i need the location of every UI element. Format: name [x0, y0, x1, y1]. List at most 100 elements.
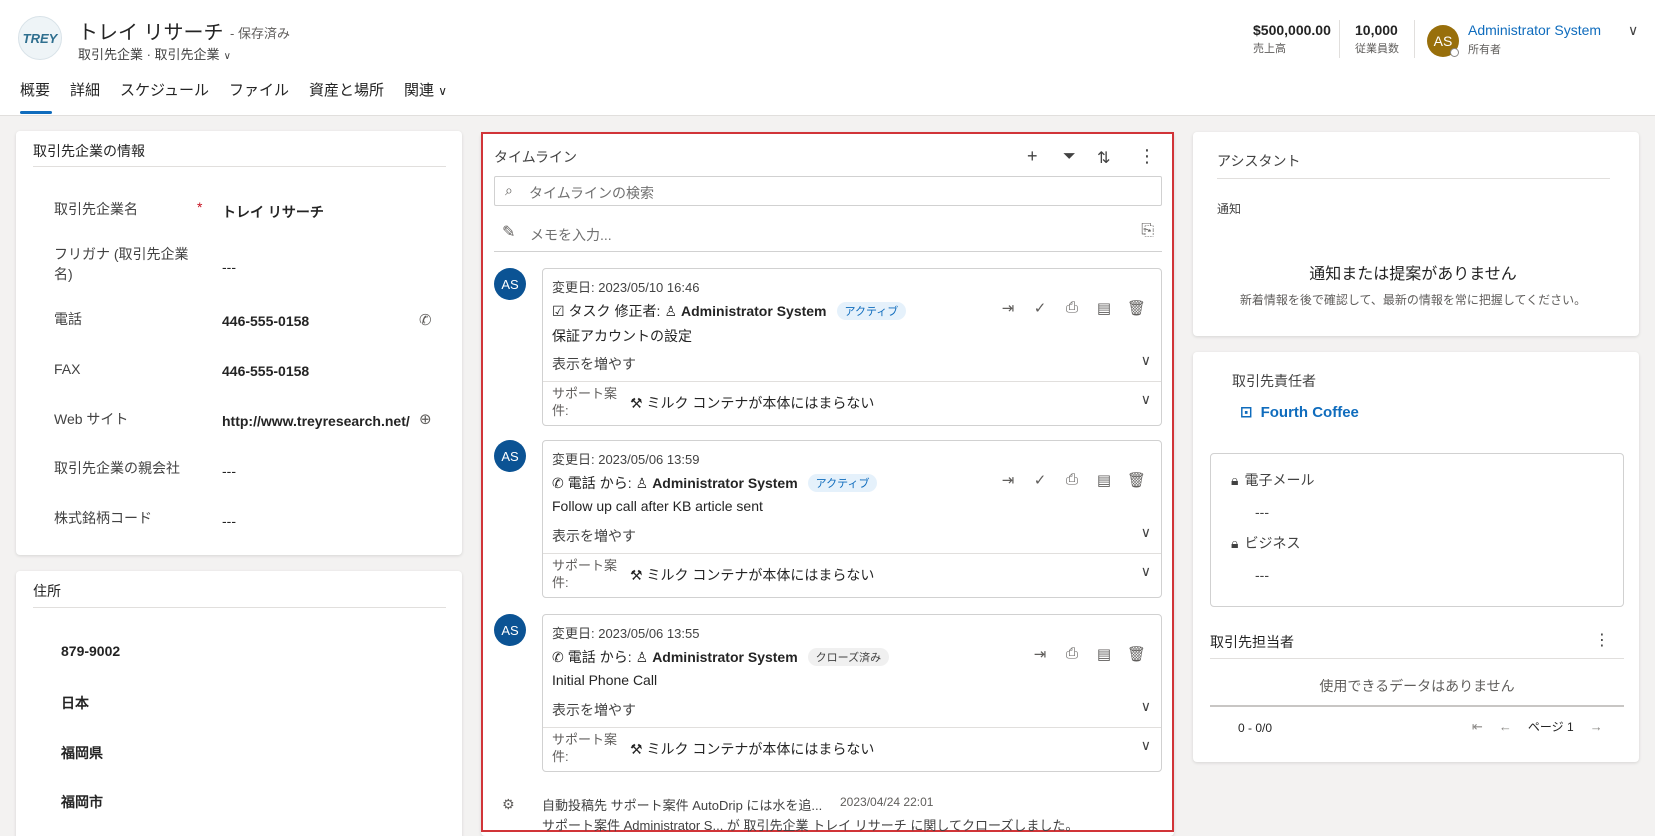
chevron-down-icon[interactable]: ∨	[1141, 737, 1151, 754]
globe-icon[interactable]: ⊕	[419, 410, 432, 428]
timeline-record[interactable]: 変更日: 2023/05/10 16:46 ☑ タスク 修正者: ♙ Admin…	[542, 268, 1162, 426]
memo-placeholder: メモを入力...	[530, 227, 612, 243]
next-page-icon[interactable]: →	[1590, 719, 1603, 734]
filter-icon[interactable]: ⏷	[1063, 148, 1076, 166]
memo-input[interactable]: ✎ メモを入力... ⎘	[494, 216, 1162, 252]
timeline-record[interactable]: 変更日: 2023/05/06 13:55 ✆ 電話 から: ♙ Adminis…	[542, 614, 1162, 772]
assign-icon[interactable]: ⇥	[999, 471, 1017, 489]
related-contacts-title: 取引先担当者	[1210, 634, 1294, 650]
section-divider	[33, 607, 446, 608]
check-icon[interactable]: ✓	[1031, 299, 1049, 317]
address-state[interactable]: 福岡県	[61, 743, 103, 763]
wrench-icon: ⚒	[630, 395, 643, 411]
field-label-parent-account: 取引先企業の親会社	[54, 460, 180, 476]
avatar[interactable]: AS	[494, 440, 526, 472]
tab-related[interactable]: 関連 ∨	[404, 80, 457, 114]
comment-icon[interactable]: ▤	[1095, 471, 1113, 489]
email-value: ---	[1255, 504, 1269, 520]
sort-icon[interactable]: ⇅	[1097, 148, 1110, 168]
delete-icon[interactable]: 🗑	[1127, 299, 1146, 317]
grid-footer-divider	[1210, 705, 1624, 707]
avatar[interactable]: AS	[494, 268, 526, 300]
record-person[interactable]: Administrator System	[681, 303, 826, 319]
convert-icon[interactable]: ⎙	[1063, 299, 1081, 317]
regarding-label: サポート案件:	[552, 732, 618, 764]
convert-icon[interactable]: ⎙	[1063, 471, 1081, 489]
convert-icon[interactable]: ⎙	[1063, 645, 1081, 663]
assign-icon[interactable]: ⇥	[1031, 645, 1049, 663]
more-icon[interactable]: ⋮	[1594, 630, 1610, 650]
tab-assets-locations[interactable]: 資産と場所	[309, 80, 394, 114]
avatar[interactable]: AS	[494, 614, 526, 646]
record-person[interactable]: Administrator System	[652, 475, 797, 491]
primary-contact-link[interactable]: ⊡ Fourth Coffee	[1240, 403, 1359, 422]
chevron-down-icon[interactable]: ∨	[1141, 563, 1151, 580]
field-label-ticker: 株式銘柄コード	[54, 510, 152, 526]
person-icon: ♙	[635, 648, 649, 665]
auto-post-title[interactable]: 自動投稿先 サポート案件 AutoDrip には水を追...	[542, 795, 822, 814]
person-icon: ♙	[664, 302, 678, 319]
status-badge: アクティブ	[836, 302, 907, 320]
header-expand-chevron-icon[interactable]: ∨	[1628, 22, 1638, 39]
delete-icon[interactable]: 🗑	[1127, 471, 1146, 489]
furigana-field[interactable]: ---	[222, 259, 236, 275]
previous-page-icon[interactable]: ←	[1499, 719, 1512, 734]
tab-files[interactable]: ファイル	[229, 80, 299, 114]
chevron-down-icon[interactable]: ∨	[1141, 391, 1151, 408]
assign-icon[interactable]: ⇥	[999, 299, 1017, 317]
show-more-link[interactable]: 表示を増やす	[552, 354, 636, 374]
section-title: 取引先企業の情報	[33, 143, 145, 159]
regarding-value[interactable]: ⚒ ミルク コンテナが本体にはまらない	[630, 739, 874, 759]
business-value: ---	[1255, 567, 1269, 583]
chevron-down-icon[interactable]: ∨	[1141, 352, 1151, 369]
more-icon[interactable]: ⋮	[1138, 146, 1156, 167]
comment-icon[interactable]: ▤	[1095, 299, 1113, 317]
address-postal-code[interactable]: 879-9002	[61, 643, 120, 659]
show-more-link[interactable]: 表示を増やす	[552, 526, 636, 546]
chevron-down-icon: ∨	[438, 84, 447, 98]
field-label-account-name: 取引先企業名	[54, 201, 138, 217]
section-divider	[33, 166, 446, 167]
chevron-down-icon[interactable]: ∨	[1141, 698, 1151, 715]
account-name-field[interactable]: トレイ リサーチ	[222, 202, 422, 222]
address-city[interactable]: 福岡市	[61, 792, 103, 812]
show-more-link[interactable]: 表示を増やす	[552, 700, 636, 720]
timeline-search-input[interactable]: ⌕ タイムラインの検索	[494, 176, 1162, 206]
comment-icon[interactable]: ▤	[1095, 645, 1113, 663]
form-selector-label: 取引先企業 · 取引先企業	[78, 47, 220, 62]
check-icon[interactable]: ✓	[1031, 471, 1049, 489]
business-label-text: ビジネス	[1244, 535, 1301, 551]
delete-icon[interactable]: 🗑	[1127, 645, 1146, 663]
ticker-field[interactable]: ---	[222, 513, 236, 529]
record-by-label: 修正者:	[614, 303, 661, 319]
address-country[interactable]: 日本	[61, 693, 89, 713]
timeline-record[interactable]: 変更日: 2023/05/06 13:59 ✆ 電話 から: ♙ Adminis…	[542, 440, 1162, 598]
phone-field[interactable]: 446-555-0158	[222, 313, 309, 329]
first-page-icon[interactable]: ⇤	[1472, 719, 1483, 735]
parent-account-field[interactable]: ---	[222, 463, 236, 479]
regarding-value[interactable]: ⚒ ミルク コンテナが本体にはまらない	[630, 565, 874, 585]
tab-schedule[interactable]: スケジュール	[120, 80, 219, 114]
tab-summary[interactable]: 概要	[20, 80, 60, 114]
regarding-text: ミルク コンテナが本体にはまらない	[646, 741, 875, 757]
search-placeholder: タイムラインの検索	[529, 185, 655, 201]
record-person[interactable]: Administrator System	[652, 649, 797, 665]
add-icon[interactable]: +	[1027, 146, 1038, 167]
form-selector[interactable]: 取引先企業 · 取引先企業 ∨	[78, 44, 231, 63]
attachment-icon[interactable]: ⎘	[1141, 222, 1154, 240]
chevron-down-icon[interactable]: ∨	[1141, 524, 1151, 541]
fax-field[interactable]: 446-555-0158	[222, 363, 309, 379]
phone-icon[interactable]: ✆	[419, 311, 432, 329]
contact-card-icon: ⊡	[1240, 404, 1253, 421]
record-actions: ⇥ ✓ ⎙ ▤ 🗑	[999, 471, 1146, 489]
regarding-value[interactable]: ⚒ ミルク コンテナが本体にはまらない	[630, 393, 874, 413]
field-label-fax: FAX	[54, 361, 81, 377]
record-header-line: ☑ タスク 修正者: ♙ Administrator System アクティブ	[552, 301, 907, 321]
kpi-divider	[1339, 20, 1340, 58]
owner-link[interactable]: Administrator System	[1468, 22, 1601, 38]
tab-details[interactable]: 詳細	[70, 80, 110, 114]
website-field[interactable]: http://www.treyresearch.net/	[222, 413, 412, 429]
record-header-line: ✆ 電話 から: ♙ Administrator System アクティブ	[552, 473, 878, 493]
record-count: 0 - 0/0	[1238, 721, 1273, 735]
auto-post-icon: ⚙	[502, 796, 515, 812]
